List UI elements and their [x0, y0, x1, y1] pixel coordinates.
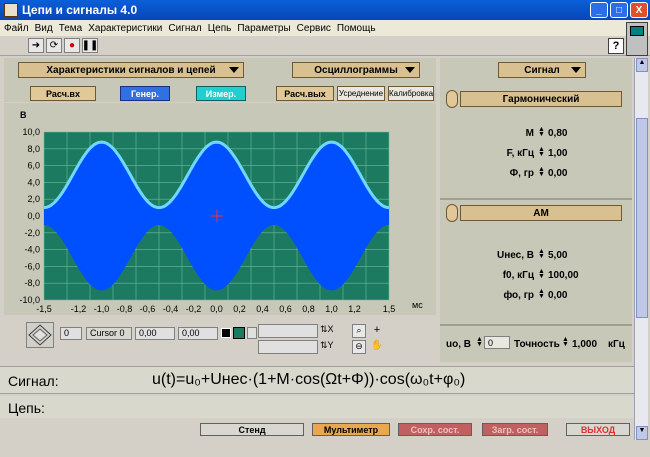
y-tick-label: 10,0 [22, 127, 40, 137]
scroll-up-icon[interactable]: ▲ [636, 58, 648, 72]
vertical-scrollbar[interactable]: ▲ ▼ [634, 58, 648, 440]
cursor-lock-icon[interactable] [247, 327, 257, 339]
phi0-spin-icon[interactable]: ▲ ▼ [538, 288, 545, 300]
y-tick-label: 0,0 [27, 211, 40, 221]
accuracy-value[interactable]: 1,000 [572, 339, 597, 350]
signal-bar: Сигнал: u(t)=u₀+Uнес·(1+M·cos(Ωt+Φ))·cos… [0, 366, 634, 394]
y-tick-label: 8,0 [27, 144, 40, 154]
f-label: F, кГц [506, 148, 534, 159]
u0-field[interactable]: 0 [484, 336, 510, 349]
cursor-move-pad[interactable] [26, 322, 54, 348]
y-tick-label: 2,0 [27, 194, 40, 204]
accuracy-label: Точность [514, 339, 560, 350]
scroll-down-icon[interactable]: ▼ [636, 426, 648, 440]
multimeter-button[interactable]: Мультиметр [312, 423, 390, 436]
y-tick-label: -6,0 [24, 261, 40, 271]
save-state-button[interactable]: Сохр. сост. [398, 423, 472, 436]
y-tick-label: 4,0 [27, 177, 40, 187]
x-tick-label: -0,2 [186, 304, 202, 314]
x-tick-label: 0,8 [302, 304, 315, 314]
crosshair-icon[interactable]: + [370, 324, 384, 338]
modulation-selector-spin[interactable] [446, 204, 458, 222]
stand-button[interactable]: Стенд [200, 423, 304, 436]
u0-label: uo, В [446, 339, 471, 350]
divider [440, 324, 632, 326]
divider [440, 198, 632, 200]
cursor-y-field[interactable]: 0,00 [178, 326, 218, 340]
f0-label: f0, кГц [502, 270, 534, 281]
x-tick-label: 0,2 [233, 304, 246, 314]
u-carrier-value[interactable]: 5,00 [548, 250, 567, 261]
cursor-index-field[interactable]: 0 [60, 326, 82, 340]
f-spin-icon[interactable]: ▲ ▼ [538, 146, 545, 158]
phi-value[interactable]: 0,00 [548, 168, 567, 179]
x-tick-label: -0,8 [117, 304, 133, 314]
signal-formula: u(t)=u₀+Uнес·(1+M·cos(Ωt+Φ))·cos(ω₀t+φ₀) [152, 371, 466, 388]
accuracy-unit: кГц [608, 339, 625, 350]
x-tick-label: 1,2 [348, 304, 361, 314]
y-tick-label: -2,0 [24, 228, 40, 238]
x-tick-label: -1,5 [36, 304, 52, 314]
zoom-out-icon[interactable]: ⊖ [352, 340, 366, 354]
cursor-x-field[interactable]: 0,00 [135, 326, 175, 340]
x-tick-label: -1,2 [71, 304, 87, 314]
u0-spin-icon[interactable]: ▲ ▼ [476, 336, 483, 348]
y-tick-label: -4,0 [24, 245, 40, 255]
x-tick-label: 0,4 [256, 304, 269, 314]
phi-label: Ф, гр [509, 168, 534, 179]
x-scale-format-icon[interactable]: ⇅X [320, 324, 334, 335]
load-state-button[interactable]: Загр. сост. [482, 423, 548, 436]
m-value[interactable]: 0,80 [548, 128, 567, 139]
x-tick-label: 0,6 [279, 304, 292, 314]
y-tick-label: -8,0 [24, 278, 40, 288]
u-carrier-label: Uнес, В [496, 250, 534, 261]
u-carrier-spin-icon[interactable]: ▲ ▼ [538, 248, 545, 260]
phi0-label: фо, гр [503, 290, 534, 301]
scroll-thumb[interactable] [636, 118, 648, 318]
f0-spin-icon[interactable]: ▲ ▼ [538, 268, 545, 280]
x-tick-label: 0,0 [210, 304, 223, 314]
x-tick-label: 1,0 [325, 304, 338, 314]
y-scale-field[interactable] [258, 340, 318, 354]
signal-label: Сигнал: [8, 373, 59, 389]
y-scale-format-icon[interactable]: ⇅Y [320, 340, 334, 351]
circuit-bar: Цепь: [0, 396, 634, 418]
cursor-name-field[interactable]: Cursor 0 [86, 326, 132, 340]
m-spin-icon[interactable]: ▲ ▼ [538, 126, 545, 138]
circuit-label: Цепь: [8, 400, 45, 416]
x-tick-label: -0,6 [140, 304, 156, 314]
f0-value[interactable]: 100,00 [548, 270, 579, 281]
accuracy-spin-icon[interactable]: ▲ ▼ [562, 336, 569, 348]
x-tick-label: -0,4 [163, 304, 179, 314]
phi-spin-icon[interactable]: ▲ ▼ [538, 166, 545, 178]
modulation-type-display: АМ [460, 205, 622, 221]
cursor-color-icon[interactable] [233, 327, 245, 339]
harmonic-selector-spin[interactable] [446, 90, 458, 108]
x-tick-label: 1,5 [383, 304, 396, 314]
x-scale-field[interactable] [258, 324, 318, 338]
exit-button[interactable]: ВЫХОД [566, 423, 630, 436]
cursor-style-icon[interactable] [221, 328, 231, 338]
f-value[interactable]: 1,00 [548, 148, 567, 159]
harmonic-type-display: Гармонический [460, 91, 622, 107]
phi0-value[interactable]: 0,00 [548, 290, 567, 301]
x-tick-label: -1,0 [94, 304, 110, 314]
pan-hand-icon[interactable]: ✋ [370, 340, 384, 354]
y-tick-label: 6,0 [27, 161, 40, 171]
zoom-icon[interactable]: ⌕ [352, 324, 366, 338]
m-label: M [525, 128, 534, 139]
